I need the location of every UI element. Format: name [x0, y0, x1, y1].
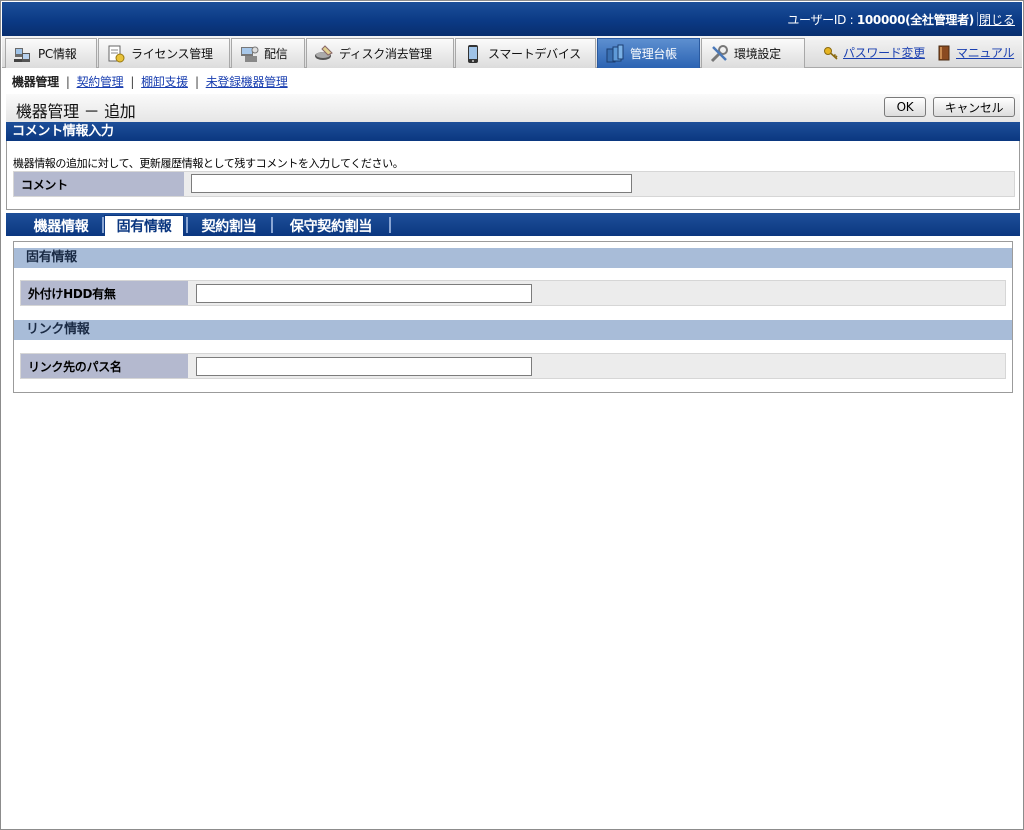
tab-license[interactable]: ライセンス管理 [98, 38, 230, 68]
pc-icon [14, 47, 30, 62]
tab-maintenance-contract-assign[interactable]: 保守契約割当 [275, 215, 387, 236]
tab-contract-assign[interactable]: 契約割当 [189, 215, 269, 236]
cancel-button[interactable]: キャンセル [933, 97, 1015, 117]
tab-divider [186, 217, 188, 233]
detail-tab-bar: 機器情報 固有情報 契約割当 保守契約割当 [6, 213, 1020, 236]
user-info: ユーザーID : 100000(全社管理者) [787, 11, 974, 28]
subnav-divider: | [130, 74, 135, 89]
book-icon [938, 45, 950, 60]
hdd-label: 外付けHDD有無 [21, 281, 188, 305]
tab-device-info[interactable]: 機器情報 [17, 215, 105, 236]
tab-label: ディスク消去管理 [339, 47, 432, 61]
tab-label: PC情報 [38, 47, 77, 61]
hdd-input[interactable] [196, 284, 532, 303]
subnav-inventory-link[interactable]: 棚卸支援 [141, 73, 188, 90]
tab-settings[interactable]: 環境設定 [701, 38, 805, 68]
comment-label: コメント [14, 172, 184, 196]
tools-icon [710, 44, 728, 62]
comment-section: 機器情報の追加に対して、更新履歴情報として残すコメントを入力してください。 コメ… [6, 141, 1020, 210]
close-link[interactable]: 閉じる [979, 11, 1015, 28]
comment-input[interactable] [191, 174, 632, 193]
subnav-unregistered-link[interactable]: 未登録機器管理 [206, 73, 288, 90]
comment-section-heading: コメント情報入力 [6, 122, 1020, 141]
smartphone-icon [468, 44, 478, 63]
link-path-row: リンク先のパス名 [20, 353, 1006, 379]
license-icon [108, 45, 125, 62]
group-heading-link: リンク情報 [14, 320, 1012, 340]
page-title: 機器管理 － 追加 [16, 102, 136, 121]
tab-divider [271, 217, 273, 233]
tab-pc-info[interactable]: PC情報 [5, 38, 97, 68]
hdd-row: 外付けHDD有無 [20, 280, 1006, 306]
subnav-contract-link[interactable]: 契約管理 [77, 73, 124, 90]
subnav-divider: | [65, 74, 70, 89]
link-path-label: リンク先のパス名 [21, 354, 188, 378]
user-id-value: 100000(全社管理者) [856, 13, 974, 27]
subnav-divider: | [194, 74, 199, 89]
tab-delivery[interactable]: 配信 [231, 38, 305, 68]
password-change-link[interactable]: パスワード変更 [823, 44, 925, 61]
ok-button[interactable]: OK [884, 97, 926, 117]
disk-erase-icon [315, 44, 333, 60]
key-icon [824, 46, 838, 60]
tab-label: ライセンス管理 [131, 47, 213, 61]
ledger-icon [606, 44, 624, 62]
comment-description: 機器情報の追加に対して、更新履歴情報として残すコメントを入力してください。 [13, 157, 404, 170]
header-divider [977, 12, 978, 26]
user-id-label: ユーザーID : [787, 13, 857, 27]
top-header-bar: ユーザーID : 100000(全社管理者) 閉じる [2, 2, 1022, 36]
specific-info-panel: 固有情報 外付けHDD有無 リンク情報 リンク先のパス名 [13, 241, 1013, 393]
sub-navigation: 機器管理 | 契約管理 | 棚卸支援 | 未登録機器管理 [12, 73, 288, 90]
page-title-bar: 機器管理 － 追加 OK キャンセル [6, 94, 1020, 122]
manual-link[interactable]: マニュアル [936, 44, 1014, 61]
tab-label: 管理台帳 [630, 47, 677, 61]
app-window: ユーザーID : 100000(全社管理者) 閉じる PC情報 ライセンス管理 … [0, 0, 1024, 830]
tab-specific-info[interactable]: 固有情報 [104, 215, 184, 236]
subnav-current: 機器管理 [12, 75, 59, 89]
tab-label: スマートデバイス [488, 47, 581, 61]
tab-smart-device[interactable]: スマートデバイス [455, 38, 596, 68]
tab-label: 配信 [264, 47, 288, 61]
tab-disk-erase[interactable]: ディスク消去管理 [306, 38, 454, 68]
comment-row: コメント [13, 171, 1015, 197]
tab-divider [389, 217, 391, 233]
main-tab-bar: PC情報 ライセンス管理 配信 ディスク消去管理 スマートデバイス 管理台帳 環… [2, 36, 1022, 68]
delivery-icon [241, 46, 259, 62]
tab-ledger[interactable]: 管理台帳 [597, 38, 700, 68]
tab-label: 環境設定 [734, 47, 781, 61]
group-heading-specific: 固有情報 [14, 248, 1012, 268]
link-path-input[interactable] [196, 357, 532, 376]
